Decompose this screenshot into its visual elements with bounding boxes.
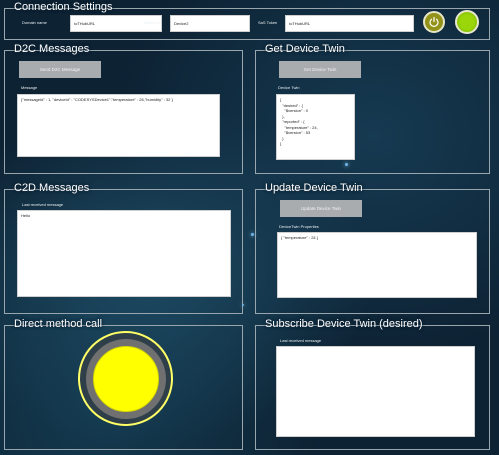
direct-method-title: Direct method call (14, 318, 103, 330)
device-id-label: Device id (144, 20, 161, 25)
direct-method-lamp-ring (85, 338, 166, 419)
power-icon (429, 16, 439, 27)
background-glint (242, 304, 244, 306)
c2d-last-message-label: Last received message (22, 202, 64, 207)
subscribe-device-twin-title: Subscribe Device Twin (desired) (265, 318, 423, 330)
update-device-twin-button[interactable]: Update Device Twin (280, 200, 362, 217)
get-device-twin-title: Get Device Twin (265, 43, 345, 55)
device-id-input[interactable]: Device2 (170, 15, 250, 32)
background-glint (251, 233, 254, 236)
d2c-message-label: Message (21, 85, 38, 90)
device-twin-label: Device Twin (278, 85, 300, 90)
direct-method-lamp-core (92, 345, 159, 412)
device-twin-properties-label: DeviceTwin Properties (279, 224, 319, 229)
c2d-last-message-textarea[interactable]: Hello (17, 210, 231, 297)
direct-method-lamp[interactable] (78, 331, 173, 426)
connect-power-button[interactable] (423, 11, 445, 33)
d2c-message-textarea[interactable]: {"messageId" : 1, "deviceId" : "CODESYSD… (17, 94, 220, 157)
send-d2c-message-button[interactable]: Send D2C Message (19, 61, 101, 78)
subscribe-last-message-textarea[interactable] (276, 346, 475, 437)
d2c-messages-title: D2C Messages (14, 43, 90, 55)
sas-token-input[interactable]: IoTHubURL (285, 15, 414, 32)
get-device-twin-button[interactable]: Get Device Twin (279, 61, 361, 78)
c2d-messages-title: C2D Messages (14, 182, 90, 194)
connection-settings-title: Connection Settings (14, 1, 113, 13)
background-glint (345, 163, 348, 166)
update-device-twin-title: Update Device Twin (265, 182, 363, 194)
subscribe-last-message-label: Last received message (280, 338, 322, 343)
device-twin-textarea[interactable]: { "desired" : { "$version" : 0 }, "repor… (276, 94, 355, 160)
sas-token-label: SaS Token (258, 20, 278, 25)
device-twin-properties-textarea[interactable]: { "temperature" : 24 } (277, 232, 477, 298)
connection-status-lamp (455, 10, 479, 34)
domain-name-label: Domain name (22, 20, 47, 25)
